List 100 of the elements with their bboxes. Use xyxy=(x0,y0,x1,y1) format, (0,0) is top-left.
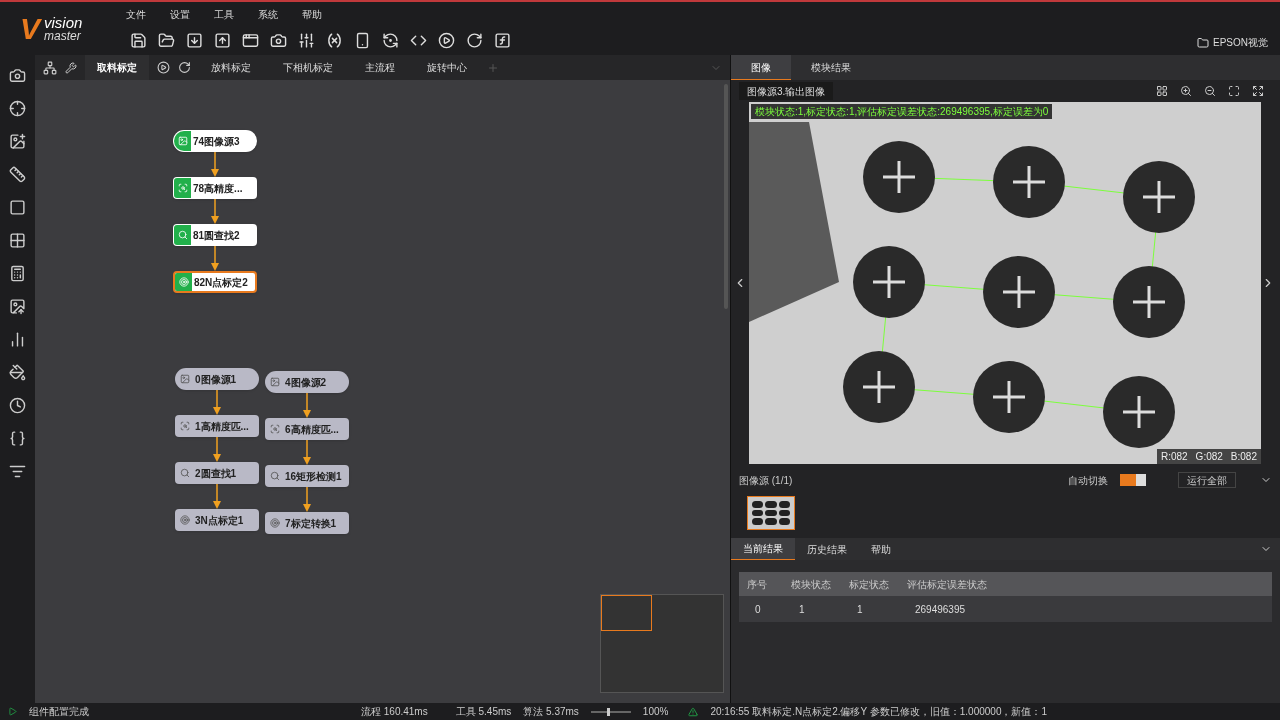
flow-arrow xyxy=(302,440,312,465)
pixel-value: G:082 xyxy=(1195,450,1223,464)
flow-node[interactable]: 82N点标定2 xyxy=(173,271,257,293)
flow-node[interactable]: 1高精度匹... xyxy=(175,415,259,437)
menu-item[interactable]: 帮助 xyxy=(302,6,322,22)
table-cell-text: 269496395 xyxy=(914,602,967,617)
zoom-out-icon[interactable] xyxy=(1204,85,1216,97)
minimap-viewport xyxy=(601,595,652,631)
node-icon xyxy=(269,377,280,387)
pixel-value: R:082 xyxy=(1160,450,1188,464)
result-overlay-text: 模块状态:1,标定状态:1,评估标定误差状态:269496395,标定误差为0 xyxy=(751,104,1053,119)
result-tab[interactable]: 帮助 xyxy=(859,538,903,560)
camera-icon[interactable] xyxy=(270,31,287,49)
flow-arrow xyxy=(210,152,220,177)
refresh-icon[interactable] xyxy=(382,31,399,49)
crosshair-icon[interactable] xyxy=(9,100,26,117)
algorithm-time: 算法 5.37ms xyxy=(523,705,579,719)
flow-arrow xyxy=(302,393,312,418)
fullscreen-icon[interactable] xyxy=(1252,85,1264,97)
flow-node[interactable]: 4图像源2 xyxy=(265,371,349,393)
node-icon xyxy=(179,374,190,384)
filter-icon[interactable] xyxy=(9,463,26,480)
rotate-icon[interactable] xyxy=(466,31,483,49)
node-icon xyxy=(179,515,190,525)
node-icon xyxy=(269,471,280,481)
image-select[interactable]: 图像源3.输出图像 xyxy=(739,82,834,100)
variable-icon[interactable] xyxy=(326,31,343,49)
flow-arrow xyxy=(212,437,222,462)
column-header: 模块状态 xyxy=(790,577,832,592)
auto-switch-toggle[interactable] xyxy=(1120,474,1146,486)
image-settings-icon[interactable] xyxy=(9,298,26,315)
camera-icon[interactable] xyxy=(9,67,26,84)
calculator-icon[interactable] xyxy=(9,265,26,282)
status-message: 组件配置完成 xyxy=(29,705,89,719)
column-header: 标定状态 xyxy=(848,577,890,592)
phone-icon[interactable] xyxy=(354,31,371,49)
logo-subtitle: master xyxy=(44,30,82,42)
flow-tab[interactable]: 下相机标定 xyxy=(271,55,345,80)
flow-tree-icon[interactable] xyxy=(43,60,57,75)
node-icon xyxy=(178,277,189,287)
result-tab[interactable]: 历史结果 xyxy=(795,538,859,560)
flow-node[interactable]: 16矩形检测1 xyxy=(265,465,349,487)
flow-arrow xyxy=(212,484,222,509)
square-icon[interactable] xyxy=(9,199,26,216)
zoom-slider[interactable] xyxy=(590,710,631,713)
paint-bucket-icon[interactable] xyxy=(9,364,26,381)
image-source-title: 图像源 (1/1) xyxy=(739,473,793,488)
play-icon[interactable] xyxy=(157,61,170,74)
menu-item[interactable]: 设置 xyxy=(170,6,190,22)
clock-icon[interactable] xyxy=(9,397,26,414)
flow-node[interactable]: 2圆查找1 xyxy=(175,462,259,484)
view-tab[interactable]: 模块结果 xyxy=(791,55,871,80)
flow-node[interactable]: 78高精度... xyxy=(173,177,257,199)
solution-button[interactable]: EPSON视觉 xyxy=(1197,35,1268,50)
window-icon[interactable] xyxy=(242,31,259,49)
grid-icon[interactable] xyxy=(9,232,26,249)
flow-arrow xyxy=(302,487,312,512)
image-edit-icon[interactable] xyxy=(9,133,26,150)
flow-node[interactable]: 0图像源1 xyxy=(175,368,259,390)
column-header: 评估标定误差状态 xyxy=(906,577,988,592)
node-icon xyxy=(177,183,188,193)
pixel-value: B:082 xyxy=(1230,450,1257,464)
flow-tab[interactable]: 取料标定 xyxy=(85,55,149,80)
loop-icon[interactable] xyxy=(178,61,191,74)
chart-icon[interactable] xyxy=(9,331,26,348)
folder-icon[interactable] xyxy=(158,31,175,49)
menu-item[interactable]: 工具 xyxy=(214,6,234,22)
warning-icon xyxy=(688,706,699,717)
flow-node[interactable]: 81圆查找2 xyxy=(173,224,257,246)
ruler-icon[interactable] xyxy=(9,166,26,183)
save-icon[interactable] xyxy=(130,31,147,49)
flow-node[interactable]: 6高精度匹... xyxy=(265,418,349,440)
node-icon xyxy=(269,424,280,434)
flow-node[interactable]: 7标定转换1 xyxy=(265,512,349,534)
braces-icon[interactable] xyxy=(9,430,26,447)
image-thumbnail[interactable] xyxy=(747,496,795,530)
zoom-in-icon[interactable] xyxy=(1180,85,1192,97)
import-icon[interactable] xyxy=(186,31,203,49)
wrench-icon[interactable] xyxy=(65,61,77,74)
menu-item[interactable]: 文件 xyxy=(126,6,146,22)
run-all-button[interactable]: 运行全部 xyxy=(1178,472,1236,488)
flow-tab[interactable]: 旋转中心 xyxy=(415,55,479,80)
view-tab[interactable]: 图像 xyxy=(731,55,791,80)
node-icon xyxy=(177,136,188,146)
result-tab[interactable]: 当前结果 xyxy=(731,538,795,560)
function-icon[interactable] xyxy=(494,31,511,49)
menu-item[interactable]: 系统 xyxy=(258,6,278,22)
flow-tab[interactable]: 放料标定 xyxy=(199,55,263,80)
tool-time: 工具 5.45ms xyxy=(455,705,512,719)
export-icon[interactable] xyxy=(214,31,231,49)
flow-arrow xyxy=(212,390,222,415)
sliders-icon[interactable] xyxy=(298,31,315,49)
node-icon xyxy=(179,468,190,478)
logo-mark: V xyxy=(20,13,40,44)
node-icon xyxy=(179,421,190,431)
flow-node[interactable]: 3N点标定1 xyxy=(175,509,259,531)
flow-tab[interactable]: 主流程 xyxy=(353,55,407,80)
flow-node[interactable]: 74图像源3 xyxy=(173,130,257,152)
column-header: 序号 xyxy=(746,577,768,592)
folder-icon xyxy=(1197,36,1209,49)
